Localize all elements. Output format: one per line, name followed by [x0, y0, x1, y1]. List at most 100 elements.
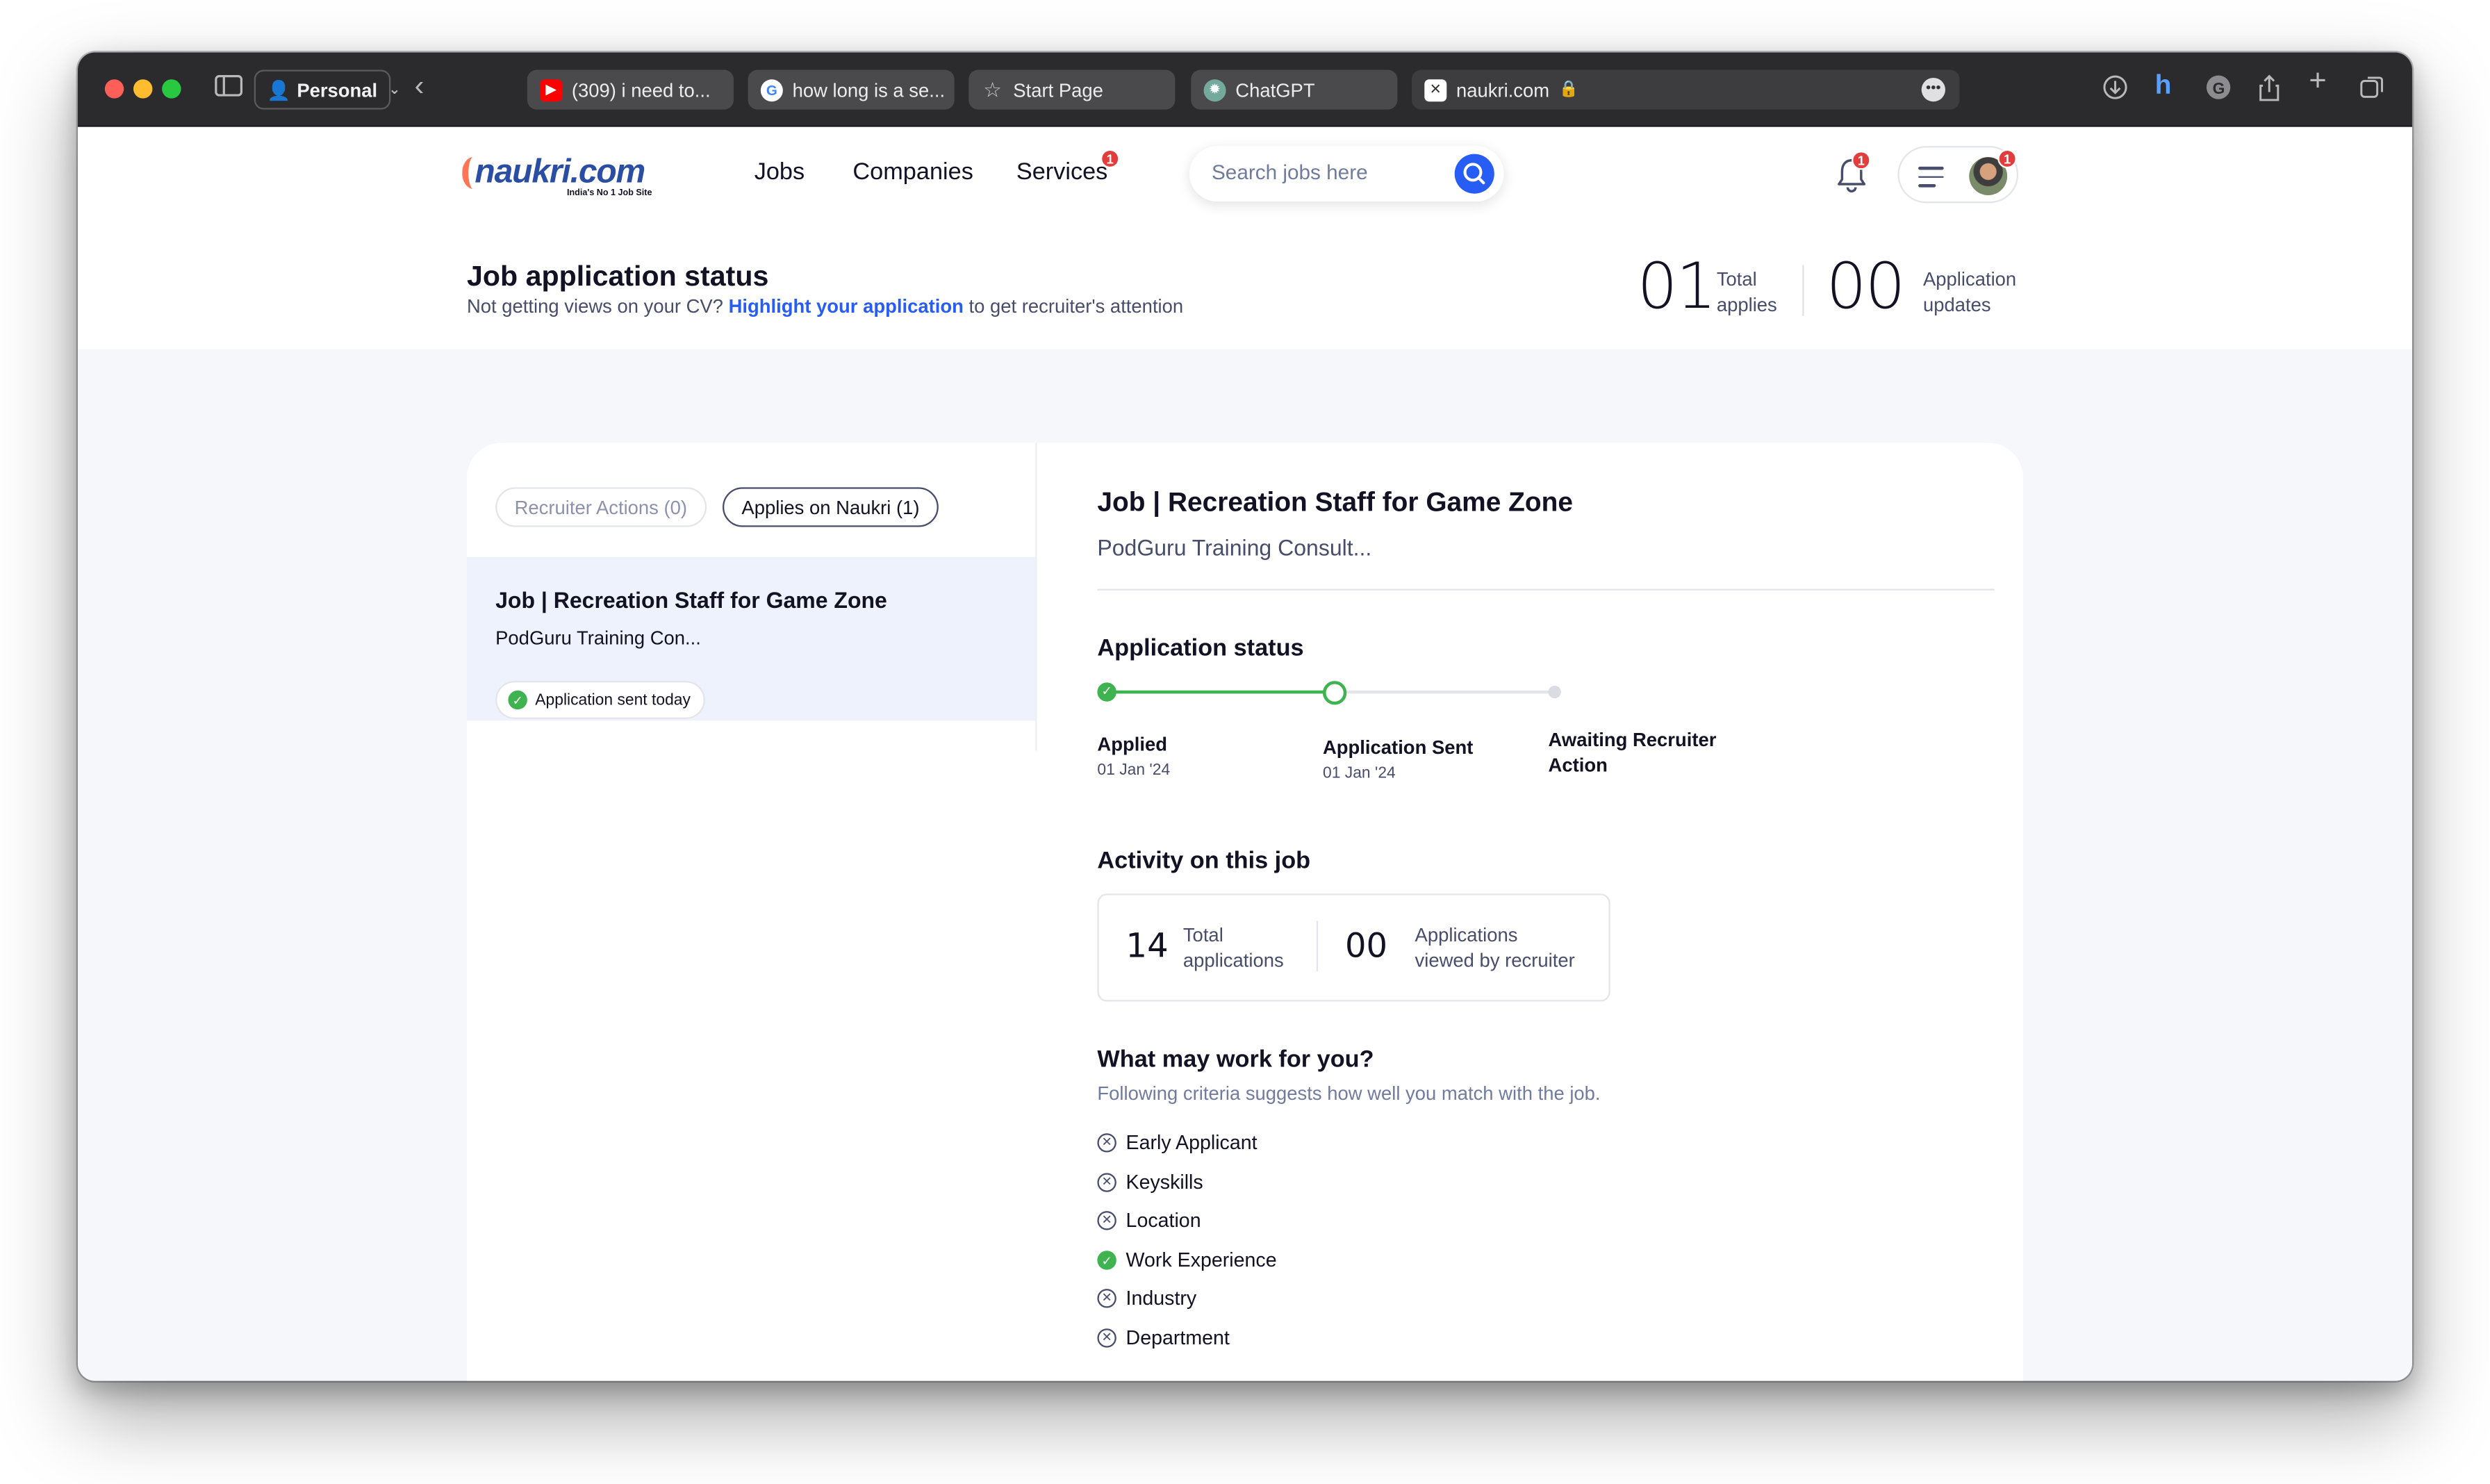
match-subtitle: Following criteria suggests how well you… — [1097, 1082, 1601, 1105]
lock-icon: 🔒 — [1558, 81, 1579, 99]
youtube-icon: ▶ — [540, 79, 563, 101]
total-applies-count: 01 — [1637, 250, 1717, 324]
criteria-item: ✓ Work Experience — [1097, 1248, 1277, 1271]
browser-tab-youtube[interactable]: ▶ (309) i need to... — [527, 69, 734, 110]
subtitle-text: Not getting views on your CV? — [466, 295, 723, 318]
criteria-item: ✕ Location — [1097, 1210, 1201, 1232]
step-sent-node — [1322, 681, 1347, 705]
downloads-icon[interactable] — [2102, 74, 2128, 108]
step-applied-check-icon: ✓ — [1097, 682, 1116, 702]
minimize-window-button[interactable] — [133, 79, 153, 99]
cross-circle-icon: ✕ — [1097, 1133, 1116, 1153]
criteria-label: Location — [1126, 1209, 1201, 1232]
viewed-applications-count: 00 — [1344, 927, 1388, 966]
application-card: Recruiter Actions (0) Applies on Naukri … — [466, 443, 2023, 1381]
activity-stats-box: 14 Total applications 00 Applications view… — [1097, 893, 1610, 1002]
search-icon — [1463, 163, 1485, 185]
highlight-application-link[interactable]: Highlight your application — [729, 295, 964, 318]
browser-tab-naukri[interactable]: ✕ naukri.com 🔒 ••• — [1411, 69, 1960, 110]
application-status-chip: ✓ Application sent today — [495, 681, 705, 719]
svg-text:G: G — [2213, 79, 2225, 97]
filter-applies-on-naukri[interactable]: Applies on Naukri (1) — [722, 487, 939, 527]
application-item-title: Job | Recreation Staff for Game Zone — [495, 587, 887, 613]
total-applies-label: Total applies — [1716, 268, 1777, 316]
profile-label: Personal — [297, 79, 378, 101]
criteria-item: ✕ Early Applicant — [1097, 1132, 1258, 1154]
chatgpt-icon: ✹ — [1203, 79, 1226, 101]
company-name[interactable]: PodGuru Training Consult... — [1097, 535, 1371, 561]
criteria-item: ✕ Industry — [1097, 1287, 1196, 1310]
google-icon: G — [760, 79, 783, 101]
activity-divider — [1316, 921, 1319, 972]
viewed-applications-label: Applications viewed by recruiter — [1415, 923, 1575, 972]
total-applications-count: 14 — [1126, 927, 1169, 966]
step-awaiting-label: Awaiting Recruiter Action — [1548, 728, 1717, 777]
job-search-bar — [1189, 146, 1504, 202]
page-header-band: naukri.com India's No 1 Job Site Jobs Co… — [77, 126, 2412, 349]
job-title[interactable]: Job | Recreation Staff for Game Zone — [1097, 487, 1573, 519]
criteria-label: Industry — [1126, 1287, 1197, 1310]
naukri-page: naukri.com India's No 1 Job Site Jobs Co… — [77, 126, 2412, 1381]
star-icon: ☆ — [983, 76, 1002, 101]
browser-tab-google[interactable]: G how long is a se... — [748, 69, 955, 110]
step-applied-label: Applied — [1097, 733, 1167, 756]
services-notification-badge: 1 — [1100, 149, 1120, 169]
cross-circle-icon: ✕ — [1097, 1289, 1116, 1308]
check-circle-icon: ✓ — [1097, 1251, 1116, 1270]
address-bar-url[interactable]: naukri.com — [1456, 79, 1549, 101]
application-updates-count: 00 — [1826, 250, 1906, 324]
close-window-button[interactable] — [104, 79, 124, 99]
cross-circle-icon: ✕ — [1097, 1211, 1116, 1230]
cross-circle-icon: ✕ — [1097, 1173, 1116, 1192]
step-sent-label: Application Sent — [1322, 736, 1474, 759]
more-options-icon[interactable]: ••• — [1921, 77, 1945, 102]
divider — [1097, 588, 1995, 591]
zoom-window-button[interactable] — [162, 79, 181, 99]
tab-overview-icon[interactable] — [2360, 74, 2386, 108]
profile-switcher[interactable]: 👤 Personal ⌄ — [254, 69, 400, 110]
naukri-logo[interactable]: naukri.com India's No 1 Job Site — [462, 154, 675, 202]
page-subtitle: Not getting views on your CV? Highlight … — [467, 295, 1183, 318]
tab-label: (309) i need to... — [571, 79, 711, 101]
page-title: Job application status — [466, 260, 769, 292]
logo-dot-com: .com — [570, 154, 646, 191]
search-input[interactable] — [1211, 160, 1450, 185]
search-button[interactable] — [1454, 154, 1494, 194]
application-list-item[interactable]: Job | Recreation Staff for Game Zone Pod… — [466, 556, 1036, 721]
tab-label: Start Page — [1013, 79, 1103, 101]
browser-toolbar: 👤 Personal ⌄ ‹ ▶ (309) i need to... G ho… — [77, 52, 2412, 127]
share-icon[interactable] — [2258, 74, 2280, 109]
step-applied-date: 01 Jan '24 — [1097, 761, 1171, 780]
nav-services[interactable]: Services — [1016, 158, 1107, 186]
bell-notification-badge: 1 — [1852, 151, 1871, 170]
logo-text: naukri — [475, 154, 570, 191]
cross-circle-icon: ✕ — [1097, 1328, 1116, 1348]
chevron-down-icon: ⌄ — [388, 81, 401, 97]
applications-list-panel: Recruiter Actions (0) Applies on Naukri … — [466, 443, 1037, 751]
browser-tab-chatgpt[interactable]: ✹ ChatGPT — [1191, 69, 1398, 110]
menu-notification-badge: 1 — [1997, 149, 2017, 169]
browser-tab-start-page[interactable]: ☆ Start Page — [968, 69, 1176, 110]
hamburger-menu-icon — [1918, 166, 1944, 193]
status-track-progress — [1107, 690, 1334, 694]
criteria-label: Department — [1126, 1326, 1230, 1349]
application-status-heading: Application status — [1097, 634, 1304, 662]
grammarly-icon[interactable]: G — [2206, 74, 2232, 108]
new-tab-icon[interactable]: + — [2309, 67, 2326, 97]
criteria-item: ✕ Department — [1097, 1326, 1230, 1349]
browser-window: 👤 Personal ⌄ ‹ ▶ (309) i need to... G ho… — [77, 52, 2412, 1381]
criteria-label: Work Experience — [1126, 1248, 1277, 1271]
filter-recruiter-actions[interactable]: Recruiter Actions (0) — [495, 487, 707, 527]
criteria-item: ✕ Keyskills — [1097, 1171, 1203, 1194]
tab-label: how long is a se... — [792, 79, 946, 101]
nav-jobs[interactable]: Jobs — [755, 158, 805, 186]
extension-h-icon[interactable]: h — [2155, 71, 2172, 100]
criteria-label: Keyskills — [1126, 1171, 1203, 1194]
back-arrow-icon[interactable]: ‹ — [415, 72, 424, 100]
step-sent-date: 01 Jan '24 — [1322, 765, 1396, 783]
application-updates-label: Application updates — [1922, 268, 2017, 316]
sidebar-toggle-icon[interactable] — [215, 74, 243, 104]
subtitle-text-end: to get recruiter's attention — [968, 295, 1184, 318]
nav-companies[interactable]: Companies — [852, 158, 973, 186]
application-status-text: Application sent today — [535, 691, 691, 709]
